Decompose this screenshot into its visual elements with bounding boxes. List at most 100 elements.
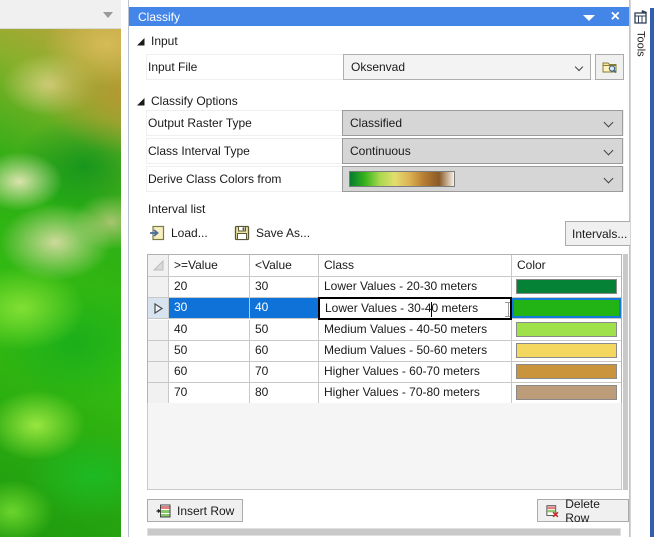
map-toolbar xyxy=(0,0,121,29)
scrollbar-thumb[interactable] xyxy=(148,529,620,535)
class-interval-type-label: Class Interval Type xyxy=(148,144,250,158)
chevron-down-icon xyxy=(574,62,584,72)
gte-cell[interactable]: 30 xyxy=(169,298,250,319)
interval-table: >=Value <Value Class Color 20 30 Lower V… xyxy=(147,254,622,405)
color-ramp-swatch xyxy=(349,171,455,187)
color-cell[interactable] xyxy=(512,341,621,362)
color-swatch xyxy=(516,343,617,358)
section-label: Input xyxy=(151,34,178,48)
caret-down-icon[interactable] xyxy=(583,15,595,21)
color-swatch xyxy=(516,364,617,379)
browse-button[interactable] xyxy=(595,54,624,80)
chevron-down-icon xyxy=(603,145,614,156)
color-cell[interactable] xyxy=(512,383,621,404)
class-cell[interactable]: Higher Values - 60-70 meters xyxy=(319,362,512,383)
panel-titlebar: Classify × xyxy=(129,7,629,26)
map-raster-preview[interactable] xyxy=(0,29,121,537)
row-selector[interactable] xyxy=(148,320,169,341)
chevron-down-icon xyxy=(603,117,614,128)
load-icon xyxy=(150,225,165,241)
column-header-gte: >=Value xyxy=(169,255,250,277)
save-as-label: Save As... xyxy=(256,226,311,240)
intervals-button[interactable]: Intervals... xyxy=(565,221,635,246)
class-cell[interactable]: Medium Values - 50-60 meters xyxy=(319,341,512,362)
application-window: Classify × Input Input File Oksenvad Cla… xyxy=(0,0,654,537)
section-header-input[interactable]: Input xyxy=(136,34,178,48)
collapse-triangle-icon xyxy=(137,97,145,105)
lt-cell[interactable]: 60 xyxy=(250,341,319,362)
input-file-combo[interactable]: Oksenvad xyxy=(343,54,591,80)
class-cell[interactable]: Medium Values - 40-50 meters xyxy=(319,320,512,341)
derive-class-colors-dropdown[interactable] xyxy=(342,166,623,192)
gte-cell[interactable]: 70 xyxy=(169,383,250,404)
input-file-label: Input File xyxy=(148,60,198,74)
text-caret xyxy=(431,302,432,317)
class-interval-type-dropdown[interactable]: Continuous xyxy=(342,138,623,164)
color-cell[interactable] xyxy=(512,298,621,319)
save-icon xyxy=(234,225,250,241)
lt-cell[interactable]: 50 xyxy=(250,320,319,341)
insert-row-button[interactable]: Insert Row xyxy=(147,499,244,522)
intervals-label: Intervals... xyxy=(572,226,628,241)
column-header-lt: <Value xyxy=(250,255,319,277)
collapse-triangle-icon xyxy=(137,37,145,45)
insert-row-icon xyxy=(156,504,171,517)
gte-cell[interactable]: 40 xyxy=(169,320,250,341)
table-row: 40 50 Medium Values - 40-50 meters xyxy=(148,320,621,341)
table-scrollbar[interactable] xyxy=(623,254,628,490)
folder-search-icon xyxy=(602,62,617,74)
class-cell[interactable]: Higher Values - 70-80 meters xyxy=(319,383,512,404)
row-selector[interactable] xyxy=(148,277,169,298)
row-selector[interactable] xyxy=(148,383,169,404)
tools-icon xyxy=(633,10,647,24)
color-cell[interactable] xyxy=(512,320,621,341)
gte-cell[interactable]: 20 xyxy=(169,277,250,298)
delete-row-button[interactable]: Delete Row xyxy=(537,496,629,525)
interval-list-label: Interval list xyxy=(148,202,206,216)
corner-triangle-icon xyxy=(152,259,163,271)
row-selector[interactable] xyxy=(148,298,169,319)
classify-panel: Classify × Input Input File Oksenvad Cla… xyxy=(128,0,635,537)
section-label: Classify Options xyxy=(151,94,238,108)
table-row: 20 30 Lower Values - 20-30 meters xyxy=(148,277,621,298)
column-header-class: Class xyxy=(319,255,512,277)
row-selector[interactable] xyxy=(148,362,169,383)
row-selector[interactable] xyxy=(148,341,169,362)
section-header-classify-options[interactable]: Classify Options xyxy=(136,94,238,108)
table-header-row: >=Value <Value Class Color xyxy=(148,255,621,277)
color-cell[interactable] xyxy=(512,362,621,383)
chevron-down-icon xyxy=(603,173,614,184)
color-swatch xyxy=(516,322,617,337)
lt-cell[interactable]: 80 xyxy=(250,383,319,404)
horizontal-scrollbar[interactable] xyxy=(147,528,621,536)
close-icon[interactable]: × xyxy=(611,8,620,26)
class-edit-text: Lower Values - 30-40 meters xyxy=(325,301,479,315)
class-interval-type-value: Continuous xyxy=(350,144,411,158)
color-swatch xyxy=(516,385,617,400)
table-row: 70 80 Higher Values - 70-80 meters xyxy=(148,383,621,404)
load-button[interactable]: Load... xyxy=(149,225,208,241)
lt-cell[interactable]: 40 xyxy=(250,298,319,319)
output-raster-type-value: Classified xyxy=(350,116,403,130)
lt-cell[interactable]: 30 xyxy=(250,277,319,298)
derive-class-colors-label: Derive Class Colors from xyxy=(148,172,282,186)
output-raster-type-dropdown[interactable]: Classified xyxy=(342,110,623,136)
select-all-cell[interactable] xyxy=(148,255,169,277)
column-header-color: Color xyxy=(512,255,621,277)
delete-row-label: Delete Row xyxy=(565,496,600,525)
table-row-selected: 30 40 Lower Values - 30-40 meters xyxy=(148,297,621,320)
dropdown-arrow-icon[interactable] xyxy=(103,12,113,18)
tab-tools[interactable]: Tools xyxy=(631,6,650,86)
lt-cell[interactable]: 70 xyxy=(250,362,319,383)
color-cell[interactable] xyxy=(512,277,621,298)
gte-cell[interactable]: 50 xyxy=(169,341,250,362)
save-as-button[interactable]: Save As... xyxy=(234,225,310,241)
gte-cell[interactable]: 60 xyxy=(169,362,250,383)
table-row: 50 60 Medium Values - 50-60 meters xyxy=(148,341,621,362)
color-swatch xyxy=(512,298,621,318)
ibeam-cursor-icon xyxy=(504,302,510,317)
panel-title: Classify xyxy=(138,9,181,24)
insert-row-label: Insert Row xyxy=(177,503,235,518)
class-cell[interactable]: Lower Values - 20-30 meters xyxy=(319,277,512,298)
class-cell-editing[interactable]: Lower Values - 30-40 meters xyxy=(318,297,512,320)
